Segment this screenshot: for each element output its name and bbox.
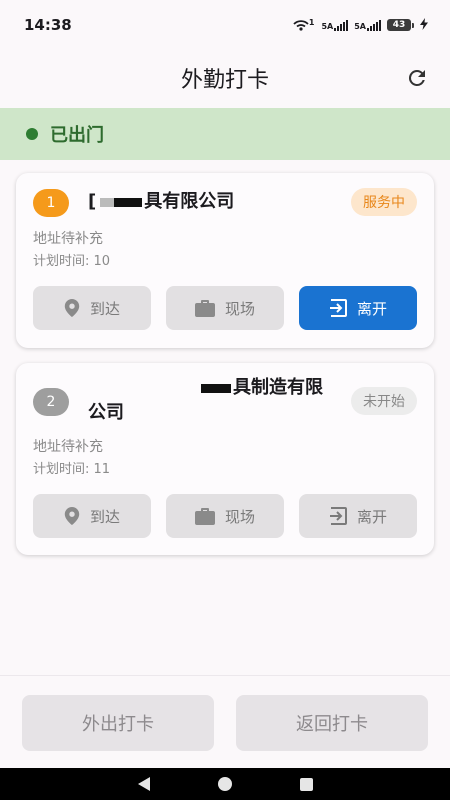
task-index-badge: 1	[33, 189, 69, 217]
network-type-2: 5A	[354, 21, 366, 31]
refresh-icon	[408, 69, 425, 86]
task-title-line1: 具制造有限	[233, 377, 323, 398]
redaction-mark	[201, 383, 231, 393]
back-icon[interactable]	[137, 777, 150, 791]
home-icon[interactable]	[217, 777, 232, 791]
system-nav-bar	[0, 768, 450, 800]
refresh-button[interactable]	[402, 63, 432, 93]
status-bar: 14:38 1 5A 5A 43	[0, 0, 450, 50]
briefcase-icon	[194, 507, 215, 525]
onsite-button[interactable]: 现场	[166, 494, 284, 538]
leave-button[interactable]: 离开	[299, 286, 417, 330]
arrive-label: 到达	[89, 507, 120, 526]
task-plan-time: 计划时间: 10	[33, 254, 111, 269]
arrive-button[interactable]: 到达	[33, 494, 151, 538]
battery-icon: 43	[387, 19, 414, 31]
network-type-1: 5A	[321, 21, 334, 31]
arrive-label: 到达	[89, 299, 120, 318]
status-badge: 服务中	[351, 188, 417, 216]
exit-icon	[329, 507, 347, 525]
return-checkin-button[interactable]: 返回打卡	[236, 695, 428, 751]
exit-icon	[329, 299, 347, 317]
task-title-suffix: 具有限公司	[144, 191, 235, 212]
status-dot	[26, 128, 38, 140]
arrive-button[interactable]: 到达	[33, 286, 151, 330]
task-address: 地址待补充	[33, 439, 103, 455]
charging-icon	[420, 17, 428, 33]
page-title: 外勤打卡	[180, 68, 269, 93]
task-index-badge: 2	[33, 388, 69, 416]
signal-icon: 5A	[321, 19, 349, 31]
leave-label: 离开	[356, 507, 387, 526]
redaction-mark	[100, 197, 143, 207]
task-address: 地址待补充	[33, 231, 103, 247]
task-card[interactable]: 1 [ 具有限公司 服务中 地址待补充 计划时间: 10 到达 现场 离开	[16, 173, 434, 348]
battery-level: 43	[387, 19, 411, 31]
signal-icon: 5A	[354, 19, 381, 31]
task-title-prefix: [	[88, 191, 97, 212]
location-pin-icon	[64, 299, 80, 317]
status-badge: 未开始	[351, 387, 417, 415]
bottom-action-bar: 外出打卡 返回打卡	[0, 675, 450, 768]
leave-button[interactable]: 离开	[299, 494, 417, 538]
go-out-checkin-button[interactable]: 外出打卡	[22, 695, 214, 751]
leave-label: 离开	[356, 299, 387, 318]
status-text: 已出门	[50, 125, 104, 146]
status-banner: 已出门	[0, 108, 450, 160]
briefcase-icon	[194, 299, 215, 317]
wifi-badge: 1	[308, 18, 315, 27]
status-icons: 1 5A 5A 43	[293, 17, 428, 33]
task-plan-time: 计划时间: 11	[33, 462, 111, 477]
onsite-label: 现场	[224, 507, 255, 526]
onsite-label: 现场	[224, 299, 255, 318]
location-pin-icon	[64, 507, 80, 525]
task-title: 具制造有限	[201, 375, 371, 401]
status-time: 14:38	[24, 16, 72, 34]
task-title: [ 具有限公司	[88, 189, 348, 215]
wifi-icon: 1	[293, 19, 316, 31]
task-card[interactable]: 2 具制造有限 公司 未开始 地址待补充 计划时间: 11 到达 现场 离开	[16, 363, 434, 555]
recents-icon[interactable]	[299, 777, 313, 791]
app-bar: 外勤打卡	[0, 50, 450, 106]
task-title-line2: 公司	[88, 402, 124, 423]
onsite-button[interactable]: 现场	[166, 286, 284, 330]
